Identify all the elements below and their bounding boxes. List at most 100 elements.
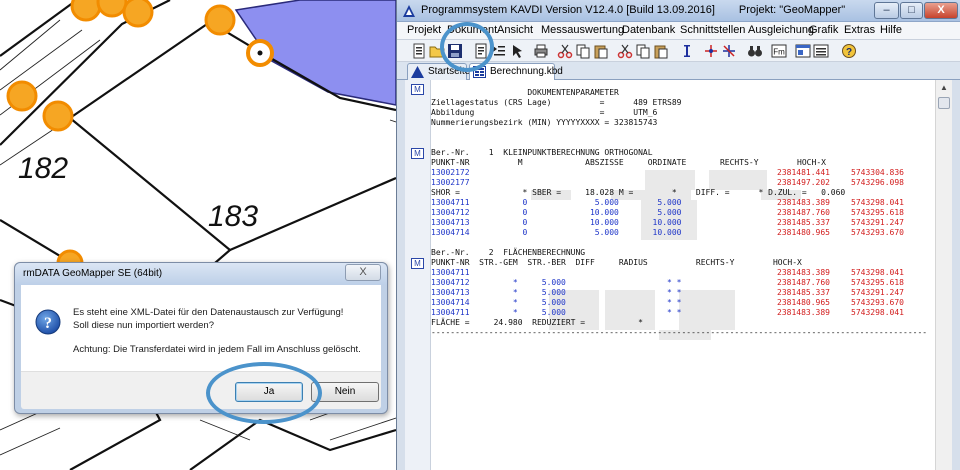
svg-text:?: ? bbox=[846, 47, 852, 58]
document-line: Ber.-Nr. 2 FLÄCHENBERECHNUNG bbox=[431, 248, 586, 257]
text-cursor-icon[interactable] bbox=[679, 43, 695, 59]
dialog-titlebar[interactable]: rmDATA GeoMapper SE (64bit) X bbox=[15, 263, 387, 285]
coordinate-rechts-y: 2381481.441 bbox=[777, 168, 830, 177]
map-point[interactable] bbox=[70, 0, 102, 22]
document-line: DOKUMENTENPARAMETER bbox=[431, 88, 619, 97]
cut-alt-icon[interactable] bbox=[617, 43, 633, 59]
parcel-label-182: 182 bbox=[18, 152, 69, 185]
document-line: 13002177 bbox=[431, 178, 470, 187]
doc-field bbox=[709, 170, 767, 180]
document-line: 13004713 0 10.000 10.000 bbox=[431, 218, 682, 227]
delete-point-icon[interactable] bbox=[721, 43, 737, 59]
kavdi-window-title: Programmsystem KAVDI Version V12.4.0 [Bu… bbox=[421, 4, 846, 16]
menu-ansicht[interactable]: Ansicht bbox=[497, 24, 533, 36]
menu-datenbank[interactable]: Datenbank bbox=[622, 24, 675, 36]
vertical-scrollbar[interactable]: ▲ bbox=[935, 80, 952, 470]
pointer-icon[interactable] bbox=[509, 43, 525, 59]
document-line: Nummerierungsbezirk (MIN) YYYYYXXXX = 32… bbox=[431, 118, 658, 127]
window-layout-icon[interactable] bbox=[795, 43, 811, 59]
document-line: 13004714 0 5.000 10.000 bbox=[431, 228, 682, 237]
print-icon[interactable] bbox=[533, 43, 549, 59]
map-point[interactable] bbox=[42, 100, 74, 132]
document-line: 13004711 0 5.000 5.000 bbox=[431, 198, 682, 207]
doc-field bbox=[645, 170, 695, 180]
coordinate-rechts-y: 2381487.760 bbox=[777, 208, 830, 217]
document-line: 13004711 * 5.000 * * bbox=[431, 308, 682, 317]
coordinate-hoch-x: 5743291.247 bbox=[851, 218, 904, 227]
binoculars-icon[interactable] bbox=[747, 43, 763, 59]
menu-messauswertung[interactable]: Messauswertung bbox=[541, 24, 624, 36]
doc-field bbox=[679, 290, 735, 330]
parcel-label-183: 183 bbox=[208, 200, 259, 233]
document-line: 13002172 bbox=[431, 168, 470, 177]
coordinate-hoch-x: 5743298.041 bbox=[851, 268, 904, 277]
maximize-button[interactable]: □ bbox=[900, 2, 923, 19]
tab-berechnung-label: Berechnung.kbd bbox=[490, 66, 563, 77]
insert-point-icon[interactable] bbox=[703, 43, 719, 59]
copy-alt-icon[interactable] bbox=[635, 43, 651, 59]
menu-projekt[interactable]: Projekt bbox=[407, 24, 441, 36]
document-line: 13004713 * 5.000 * * bbox=[431, 288, 682, 297]
dialog-close-button[interactable]: X bbox=[345, 264, 381, 281]
coordinate-rechts-y: 2381487.760 bbox=[777, 278, 830, 287]
kavdi-app-icon bbox=[403, 5, 415, 17]
dialog-message-line-2: Soll diese nun importiert werden? bbox=[73, 320, 214, 331]
cut-icon[interactable] bbox=[557, 43, 573, 59]
menu-schnittstellen[interactable]: Schnittstellen bbox=[680, 24, 745, 36]
document-line: 13004711 bbox=[431, 268, 470, 277]
document-line: ----------------------------------------… bbox=[431, 328, 928, 337]
new-document-icon[interactable] bbox=[411, 43, 427, 59]
map-point[interactable] bbox=[122, 0, 154, 28]
scroll-thumb[interactable] bbox=[938, 97, 950, 109]
minimize-button[interactable]: – bbox=[874, 2, 899, 19]
dialog-body: ? Es steht eine XML-Datei für den Datena… bbox=[21, 285, 381, 371]
highlight-circle-toolbar bbox=[440, 22, 494, 72]
copy-icon[interactable] bbox=[575, 43, 591, 59]
coordinate-hoch-x: 5743291.247 bbox=[851, 288, 904, 297]
svg-text:?: ? bbox=[44, 315, 52, 332]
map-point[interactable] bbox=[204, 4, 236, 36]
window-close-button[interactable]: X bbox=[924, 2, 958, 19]
section-marker-3[interactable]: M bbox=[411, 258, 424, 269]
document-line: Ber.-Nr. 1 KLEINPUNKTBERECHNUNG ORTHOGON… bbox=[431, 148, 653, 157]
kavdi-titlebar[interactable]: Programmsystem KAVDI Version V12.4.0 [Bu… bbox=[397, 0, 960, 22]
help-icon[interactable]: ? bbox=[841, 43, 857, 59]
document-line: Abbildung = UTM_6 bbox=[431, 108, 658, 117]
svg-text:Fm: Fm bbox=[773, 48, 785, 57]
fm-icon[interactable]: Fm bbox=[771, 43, 787, 59]
map-point[interactable] bbox=[96, 0, 128, 18]
document-line: PUNKT-NR M ABSZISSE ORDINATE RECHTS-Y HO… bbox=[431, 158, 826, 167]
document-margin: M M M bbox=[405, 80, 431, 470]
coordinate-hoch-x: 5743293.670 bbox=[851, 298, 904, 307]
coordinate-hoch-x: 5743298.041 bbox=[851, 308, 904, 317]
section-marker-2[interactable]: M bbox=[411, 148, 424, 159]
coordinate-rechts-y: 2381485.337 bbox=[777, 218, 830, 227]
menu-extras[interactable]: Extras bbox=[844, 24, 875, 36]
dialog-message-warning: Achtung: Die Transferdatei wird in jedem… bbox=[73, 344, 361, 355]
dialog-footer: Ja Nein bbox=[21, 371, 381, 409]
document-line: SHOR = * SBER = 18.028 M = * DIFF. = * D… bbox=[431, 188, 846, 197]
paste-icon[interactable] bbox=[593, 43, 609, 59]
window-right-edge bbox=[952, 80, 960, 470]
coordinate-rechts-y: 2381485.337 bbox=[777, 288, 830, 297]
map-point[interactable] bbox=[6, 80, 38, 112]
document-line: PUNKT-NR STR.-GEM STR.-BER DIFF RADIUS R… bbox=[431, 258, 802, 267]
coordinate-rechts-y: 2381483.389 bbox=[777, 268, 830, 277]
coordinate-hoch-x: 5743304.836 bbox=[851, 168, 904, 177]
dialog-title: rmDATA GeoMapper SE (64bit) bbox=[23, 268, 163, 279]
menu-ausgleichung[interactable]: Ausgleichung bbox=[748, 24, 814, 36]
coordinate-hoch-x: 5743295.618 bbox=[851, 208, 904, 217]
menu-hilfe[interactable]: Hilfe bbox=[880, 24, 902, 36]
coordinate-rechts-y: 2381480.965 bbox=[777, 228, 830, 237]
document-view[interactable]: DOKUMENTENPARAMETER Ziellagestatus (CRS L… bbox=[431, 80, 935, 470]
coordinate-hoch-x: 5743295.618 bbox=[851, 278, 904, 287]
coordinate-hoch-x: 5743298.041 bbox=[851, 198, 904, 207]
scroll-up-arrow[interactable]: ▲ bbox=[936, 80, 952, 95]
document-line: FLÄCHE = 24.980 REDUZIERT = * bbox=[431, 318, 643, 327]
paste-alt-icon[interactable] bbox=[653, 43, 669, 59]
home-triangle-icon bbox=[411, 66, 424, 78]
list-window-icon[interactable] bbox=[813, 43, 829, 59]
section-marker-1[interactable]: M bbox=[411, 84, 424, 95]
coordinate-hoch-x: 5743296.098 bbox=[851, 178, 904, 187]
menu-grafik[interactable]: Grafik bbox=[809, 24, 838, 36]
